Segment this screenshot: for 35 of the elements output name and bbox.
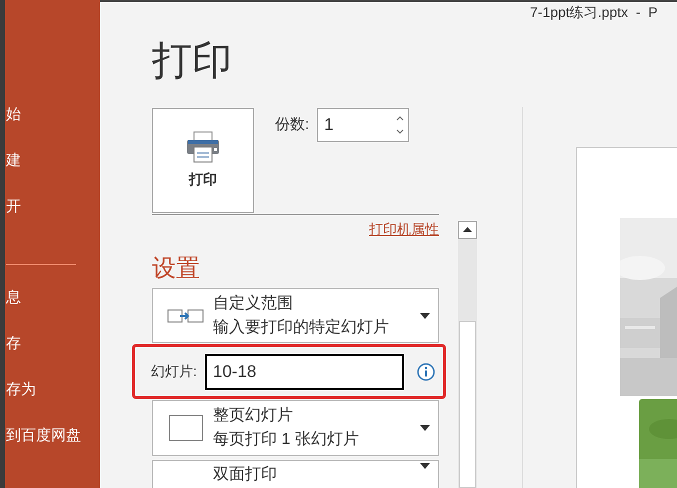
up-arrow-icon (463, 227, 472, 232)
slides-label: 幻灯片: (151, 362, 197, 381)
slides-input[interactable]: 10-18 (204, 354, 404, 390)
sidebar-item[interactable]: 始 (6, 104, 81, 126)
window-title: 7-1ppt练习.pptx - P (530, 3, 658, 22)
sidebar-item[interactable]: 建 (6, 150, 81, 172)
printer-properties-link[interactable]: 打印机属性 (369, 219, 439, 240)
caret-icon (420, 312, 430, 318)
dropdown[interactable]: 自定义范围 输入要打印的特定幻灯片 (152, 288, 439, 343)
caret-icon (420, 463, 430, 469)
sidebar-item[interactable]: 息 (6, 287, 81, 309)
print-button[interactable]: 打印 (152, 108, 254, 213)
info-icon (416, 362, 435, 380)
dropdown-title: 双面打印 (213, 464, 278, 485)
page-icon (168, 415, 202, 441)
dropdown-title: 整页幻灯片 (213, 406, 294, 426)
dropdown[interactable]: 双面打印 (152, 460, 439, 488)
dropdown-title: 自定义范围 (213, 294, 294, 314)
scroll-up-button[interactable] (458, 221, 477, 239)
copies-spinner[interactable]: 1 (317, 108, 410, 142)
sidebar-item[interactable]: 存 (6, 333, 81, 355)
scroll-thumb[interactable] (459, 320, 476, 488)
dropdown[interactable]: 整页幻灯片 每页打印 1 张幻灯片 (152, 400, 439, 456)
range-icon (166, 306, 204, 324)
sidebar-item[interactable]: 开 (6, 196, 81, 218)
printer-icon (186, 131, 220, 163)
sidebar-item[interactable]: 到百度网盘 (6, 425, 81, 447)
dropdown-subtitle: 输入要打印的特定幻灯片 (213, 318, 390, 338)
sidebar-item[interactable]: 存为 (6, 379, 81, 401)
settings-heading: 设置 (152, 254, 201, 284)
spin-arrows-icon (396, 114, 404, 136)
page-heading: 打印 (152, 38, 233, 85)
copies-label: 份数: (275, 115, 310, 135)
caret-icon (420, 425, 430, 431)
dropdown-subtitle: 每页打印 1 张幻灯片 (213, 430, 360, 450)
